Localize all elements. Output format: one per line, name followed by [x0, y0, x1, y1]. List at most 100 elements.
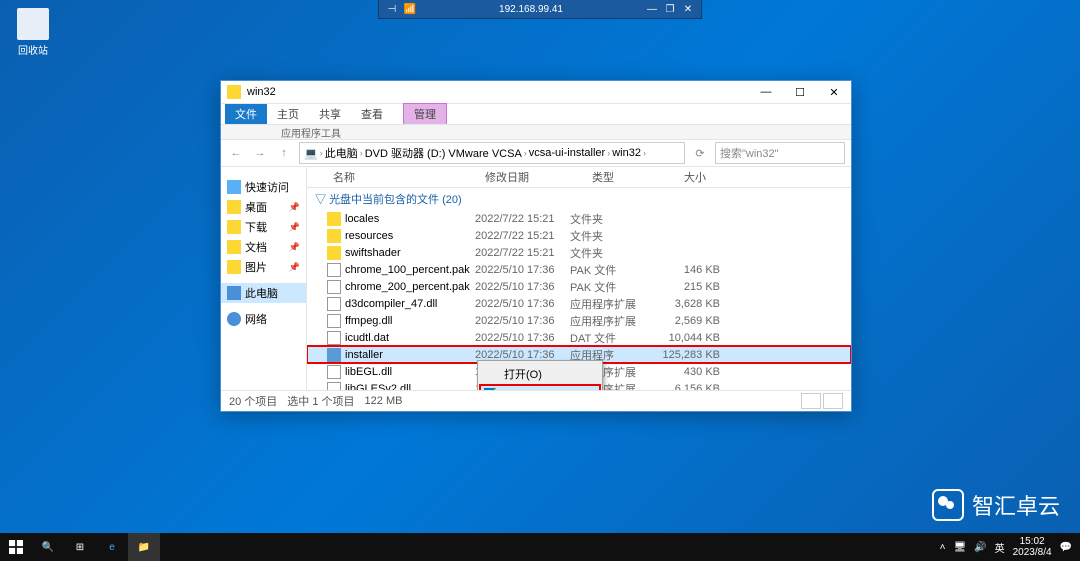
refresh-button[interactable]: ⟳ [691, 144, 709, 162]
view-buttons [801, 393, 843, 409]
view-icons-button[interactable] [823, 393, 843, 409]
file-row[interactable]: chrome_200_percent.pak2022/5/10 17:36PAK… [307, 278, 851, 295]
folder-icon [327, 246, 341, 260]
taskview-button[interactable]: ⊞ [64, 533, 96, 561]
wechat-icon [932, 489, 964, 521]
col-name[interactable]: 名称 [327, 169, 479, 185]
file-icon [327, 382, 341, 391]
folder-icon [227, 200, 241, 214]
system-tray: ˄ 🖥 🔊 英 15:02 2023/8/4 💬 [940, 536, 1080, 558]
file-row[interactable]: resources2022/7/22 15:21文件夹 [307, 227, 851, 244]
pc-icon: 💻 [304, 147, 318, 160]
folder-icon [227, 85, 241, 99]
context-menu-item[interactable]: 以管理员身份运行(A) [480, 385, 600, 390]
notifications-button[interactable]: 💬 [1060, 542, 1072, 553]
tab-home[interactable]: 主页 [267, 104, 309, 124]
file-icon [327, 314, 341, 328]
sidebar-item[interactable]: 网络 [221, 309, 306, 329]
rdp-signal-icon: 📶 [401, 4, 419, 15]
file-pane: 名称 修改日期 类型 大小 ▽ 光盘中当前包含的文件 (20) locales2… [307, 167, 851, 390]
context-menu-item[interactable]: 打开(O) [480, 363, 600, 385]
file-icon [327, 297, 341, 311]
file-icon [327, 331, 341, 345]
breadcrumb[interactable]: 💻› 此电脑› DVD 驱动器 (D:) VMware VCSA› vcsa-u… [299, 142, 685, 164]
recycle-bin-icon[interactable]: 回收站 [8, 8, 58, 57]
desktop: ⊣ 📶 192.168.99.41 — ❐ ✕ 回收站 win32 — ☐ ✕ … [0, 0, 1080, 561]
forward-button[interactable]: → [251, 144, 269, 162]
rdp-minimize-button[interactable]: — [643, 4, 661, 15]
rdp-close-button[interactable]: ✕ [679, 4, 697, 15]
statusbar: 20 个项目 选中 1 个项目 122 MB [221, 390, 851, 411]
maximize-button[interactable]: ☐ [783, 81, 817, 103]
clock[interactable]: 15:02 2023/8/4 [1013, 536, 1052, 558]
rdp-restore-button[interactable]: ❐ [661, 4, 679, 15]
file-row[interactable]: swiftshader2022/7/22 15:21文件夹 [307, 244, 851, 261]
sound-icon[interactable]: 🔊 [974, 542, 986, 553]
sidebar-item[interactable]: 快速访问 [221, 177, 306, 197]
sidebar-item[interactable]: 桌面📌 [221, 197, 306, 217]
close-button[interactable]: ✕ [817, 81, 851, 103]
file-row[interactable]: locales2022/7/22 15:21文件夹 [307, 210, 851, 227]
rdp-pin-icon[interactable]: ⊣ [383, 4, 401, 15]
sidebar: 快速访问桌面📌下载📌文档📌图片📌 此电脑网络 [221, 167, 307, 390]
folder-icon [327, 229, 341, 243]
file-icon [327, 365, 341, 379]
file-icon [327, 280, 341, 294]
star-icon [227, 180, 241, 194]
pin-icon: 📌 [289, 262, 300, 273]
sidebar-item[interactable]: 文档📌 [221, 237, 306, 257]
explorer-window: win32 — ☐ ✕ 文件 主页 共享 查看 管理 应用程序工具 ← → ↑ … [220, 80, 852, 412]
pin-icon: 📌 [289, 222, 300, 233]
search-input[interactable]: 搜索"win32" [715, 142, 845, 164]
sidebar-item[interactable]: 此电脑 [221, 283, 306, 303]
shield-icon [484, 388, 496, 390]
window-titlebar[interactable]: win32 — ☐ ✕ [221, 81, 851, 104]
view-details-button[interactable] [801, 393, 821, 409]
sidebar-item[interactable]: 下载📌 [221, 217, 306, 237]
watermark: 智汇卓云 [932, 489, 1060, 521]
file-row[interactable]: icudtl.dat2022/5/10 17:36DAT 文件10,044 KB [307, 329, 851, 346]
tab-share[interactable]: 共享 [309, 104, 351, 124]
col-type[interactable]: 类型 [586, 169, 678, 185]
folder-icon [227, 240, 241, 254]
tab-file[interactable]: 文件 [225, 104, 267, 124]
up-button[interactable]: ↑ [275, 144, 293, 162]
rdp-titlebar: ⊣ 📶 192.168.99.41 — ❐ ✕ [378, 0, 702, 19]
sidebar-item[interactable]: 图片📌 [221, 257, 306, 277]
minimize-button[interactable]: — [749, 81, 783, 103]
ime-indicator[interactable]: 英 [995, 540, 1005, 555]
file-row[interactable]: d3dcompiler_47.dll2022/5/10 17:36应用程序扩展3… [307, 295, 851, 312]
status-size: 122 MB [365, 395, 403, 407]
network-icon[interactable]: 🖥 [953, 542, 966, 553]
exe-icon [327, 348, 341, 362]
status-selected: 选中 1 个项目 [287, 393, 354, 409]
folder-icon [227, 260, 241, 274]
col-date[interactable]: 修改日期 [479, 169, 586, 185]
ribbon-tabs: 文件 主页 共享 查看 管理 [221, 104, 851, 125]
tab-view[interactable]: 查看 [351, 104, 393, 124]
net-icon [227, 312, 241, 326]
file-icon [327, 263, 341, 277]
ie-button[interactable]: e [96, 533, 128, 561]
pin-icon: 📌 [289, 242, 300, 253]
folder-icon [227, 220, 241, 234]
file-list[interactable]: ▽ 光盘中当前包含的文件 (20) locales2022/7/22 15:21… [307, 188, 851, 390]
toolbar: ← → ↑ 💻› 此电脑› DVD 驱动器 (D:) VMware VCSA› … [221, 140, 851, 167]
window-title: win32 [247, 86, 749, 98]
back-button[interactable]: ← [227, 144, 245, 162]
col-size[interactable]: 大小 [678, 169, 760, 185]
pin-icon: 📌 [289, 202, 300, 213]
file-row[interactable]: ffmpeg.dll2022/5/10 17:36应用程序扩展2,569 KB [307, 312, 851, 329]
rdp-ip: 192.168.99.41 [419, 4, 643, 15]
search-button[interactable]: 🔍 [32, 533, 64, 561]
context-menu: 打开(O)以管理员身份运行(A)兼容性疑难解答(Y)固定到"开始"屏幕(P)共享… [477, 360, 603, 390]
file-row[interactable]: chrome_100_percent.pak2022/5/10 17:36PAK… [307, 261, 851, 278]
folder-icon [327, 212, 341, 226]
explorer-taskbar-button[interactable]: 📁 [128, 533, 160, 561]
tray-up-icon[interactable]: ˄ [940, 542, 946, 553]
tab-manage[interactable]: 管理 [403, 103, 447, 124]
pc-icon [227, 286, 241, 300]
start-button[interactable] [0, 533, 32, 561]
group-header[interactable]: ▽ 光盘中当前包含的文件 (20) [307, 188, 851, 210]
ribbon-subtab: 应用程序工具 [221, 125, 851, 140]
